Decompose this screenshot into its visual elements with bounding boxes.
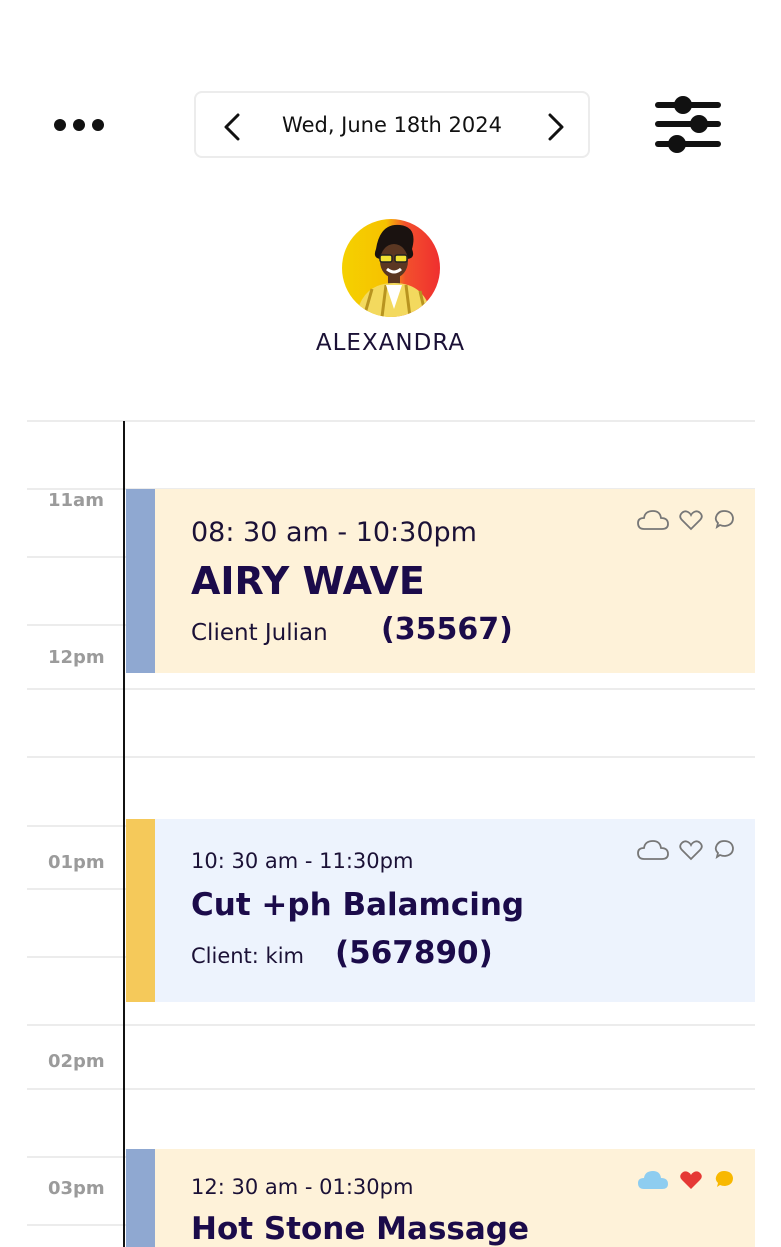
more-dot	[54, 119, 66, 131]
time-label-12pm: 12pm	[48, 647, 105, 668]
grid-line	[27, 756, 755, 758]
more-dot	[73, 119, 85, 131]
grid-line	[27, 688, 755, 690]
appointment-color-stripe	[126, 1149, 155, 1247]
time-label-02pm: 02pm	[48, 1051, 105, 1072]
cloud-icon[interactable]	[637, 839, 669, 861]
time-label-01pm: 01pm	[48, 852, 105, 873]
cloud-icon[interactable]	[637, 509, 669, 531]
filter-sliders-icon[interactable]	[655, 94, 721, 156]
heart-icon[interactable]	[679, 839, 703, 861]
time-label-11am: 11am	[48, 490, 104, 511]
previous-day-chevron-icon[interactable]	[220, 112, 246, 142]
appointment-client: Client Julian	[191, 620, 328, 646]
appointment-status-icons	[637, 1169, 735, 1191]
appointment-status-icons	[637, 839, 735, 861]
appointment-body: 08: 30 am - 10:30pm AIRY WAVE Client Jul…	[155, 489, 755, 673]
more-options-icon[interactable]	[54, 116, 112, 134]
date-selector: Wed, June 18th 2024	[194, 91, 590, 158]
appointment-time: 08: 30 am - 10:30pm	[191, 517, 477, 548]
staff-name: ALEXANDRA	[315, 330, 466, 356]
cloud-icon[interactable]	[637, 1169, 669, 1191]
heart-icon[interactable]	[679, 509, 703, 531]
chat-bubble-icon[interactable]	[713, 509, 735, 531]
appointment-client: Client: kim	[191, 944, 304, 968]
appointment-card[interactable]: 08: 30 am - 10:30pm AIRY WAVE Client Jul…	[126, 489, 755, 673]
appointment-card[interactable]: 12: 30 am - 01:30pm Hot Stone Massage	[126, 1149, 755, 1247]
appointment-time: 10: 30 am - 11:30pm	[191, 849, 414, 873]
appointment-service: AIRY WAVE	[191, 559, 425, 603]
appointment-card[interactable]: 10: 30 am - 11:30pm Cut +ph Balamcing Cl…	[126, 819, 755, 1002]
chat-bubble-icon[interactable]	[713, 839, 735, 861]
current-date[interactable]: Wed, June 18th 2024	[256, 93, 528, 156]
timeline-axis	[123, 421, 125, 1247]
next-day-chevron-icon[interactable]	[542, 112, 568, 142]
grid-line	[27, 420, 755, 422]
more-dot	[92, 119, 104, 131]
grid-line	[27, 1088, 755, 1090]
appointment-color-stripe	[126, 489, 155, 673]
appointment-service: Hot Stone Massage	[191, 1211, 529, 1247]
appointment-body: 10: 30 am - 11:30pm Cut +ph Balamcing Cl…	[155, 819, 755, 1002]
appointment-code: (35567)	[381, 612, 513, 647]
appointment-code: (567890)	[335, 935, 493, 971]
appointment-service: Cut +ph Balamcing	[191, 887, 525, 923]
chat-bubble-icon[interactable]	[713, 1169, 735, 1191]
staff-avatar[interactable]	[342, 219, 440, 317]
appointment-status-icons	[637, 509, 735, 531]
appointment-body: 12: 30 am - 01:30pm Hot Stone Massage	[155, 1149, 755, 1247]
grid-line	[27, 1024, 755, 1026]
time-label-03pm: 03pm	[48, 1178, 105, 1199]
appointment-color-stripe	[126, 819, 155, 1002]
heart-icon[interactable]	[679, 1169, 703, 1191]
appointment-time: 12: 30 am - 01:30pm	[191, 1175, 414, 1199]
